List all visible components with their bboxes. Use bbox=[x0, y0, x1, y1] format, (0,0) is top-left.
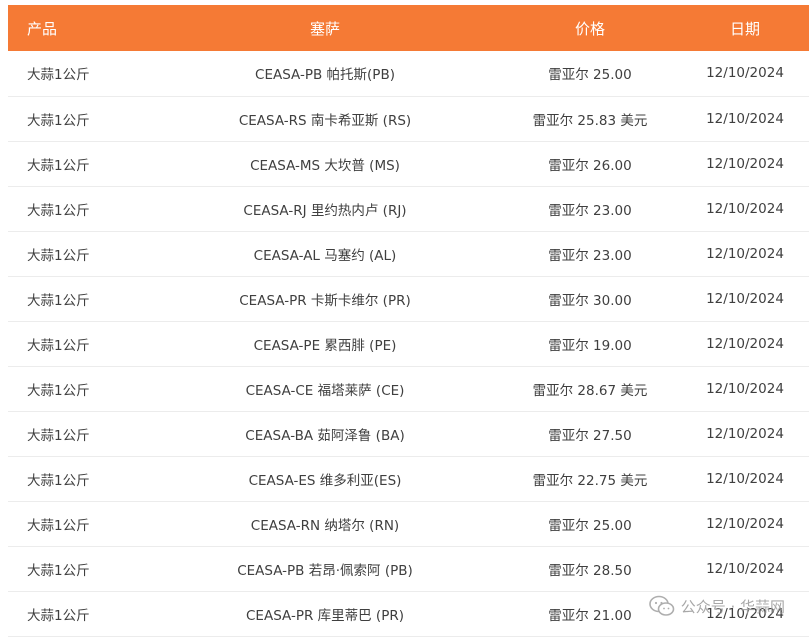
cell-product: 大蒜1公斤 bbox=[27, 472, 90, 489]
cell-date: 12/10/2024 bbox=[706, 290, 784, 307]
header-date[interactable]: 日期 bbox=[665, 5, 809, 51]
table-row: 大蒜1公斤 CEASA-RN 纳塔尔 (RN) 雷亚尔 25.00 12/10/… bbox=[8, 501, 809, 546]
cell-product: 大蒜1公斤 bbox=[27, 517, 90, 534]
cell-ceasa: CEASA-PE 累西腓 (PE) bbox=[253, 337, 397, 354]
cell-price: 雷亚尔 26.00 bbox=[548, 157, 632, 174]
cell-ceasa: CEASA-BA 茹阿泽鲁 (BA) bbox=[245, 427, 405, 444]
cell-price: 雷亚尔 19.00 bbox=[548, 337, 632, 354]
cell-product: 大蒜1公斤 bbox=[27, 112, 90, 129]
cell-price: 雷亚尔 23.00 bbox=[548, 247, 632, 264]
price-table: 产品 塞萨 价格 日期 大蒜1公斤 CEASA-PB 帕托斯(PB) 雷亚尔 2… bbox=[8, 5, 809, 637]
cell-product: 大蒜1公斤 bbox=[27, 202, 90, 219]
cell-date: 12/10/2024 bbox=[706, 65, 784, 82]
table-body: 大蒜1公斤 CEASA-PB 帕托斯(PB) 雷亚尔 25.00 12/10/2… bbox=[8, 51, 809, 636]
table-row: 大蒜1公斤 CEASA-AL 马塞约 (AL) 雷亚尔 23.00 12/10/… bbox=[8, 231, 809, 276]
cell-price: 雷亚尔 23.00 bbox=[548, 202, 632, 219]
header-row: 产品 塞萨 价格 日期 bbox=[8, 5, 809, 51]
header-ceasa[interactable]: 塞萨 bbox=[135, 5, 515, 51]
page: 产品 塞萨 价格 日期 大蒜1公斤 CEASA-PB 帕托斯(PB) 雷亚尔 2… bbox=[0, 0, 809, 637]
cell-date: 12/10/2024 bbox=[706, 245, 784, 262]
cell-product: 大蒜1公斤 bbox=[27, 337, 90, 354]
cell-ceasa: CEASA-PR 库里蒂巴 (PR) bbox=[246, 607, 404, 624]
cell-ceasa: CEASA-PR 卡斯卡维尔 (PR) bbox=[239, 292, 411, 309]
cell-ceasa: CEASA-AL 马塞约 (AL) bbox=[253, 247, 397, 264]
table-row: 大蒜1公斤 CEASA-PR 卡斯卡维尔 (PR) 雷亚尔 30.00 12/1… bbox=[8, 276, 809, 321]
header-price[interactable]: 价格 bbox=[515, 5, 665, 51]
cell-price: 雷亚尔 22.75 美元 bbox=[532, 472, 648, 489]
table-row: 大蒜1公斤 CEASA-PE 累西腓 (PE) 雷亚尔 19.00 12/10/… bbox=[8, 321, 809, 366]
cell-product: 大蒜1公斤 bbox=[27, 67, 90, 84]
cell-ceasa: CEASA-RJ 里约热内卢 (RJ) bbox=[243, 202, 407, 219]
table-row: 大蒜1公斤 CEASA-RS 南卡希亚斯 (RS) 雷亚尔 25.83 美元 1… bbox=[8, 96, 809, 141]
cell-ceasa: CEASA-RN 纳塔尔 (RN) bbox=[250, 517, 400, 534]
cell-price: 雷亚尔 28.50 bbox=[548, 562, 632, 579]
cell-price: 雷亚尔 25.00 bbox=[548, 517, 632, 534]
cell-date: 12/10/2024 bbox=[706, 560, 784, 577]
table-row: 大蒜1公斤 CEASA-PB 若昂·佩索阿 (PB) 雷亚尔 28.50 12/… bbox=[8, 546, 809, 591]
cell-product: 大蒜1公斤 bbox=[27, 247, 90, 264]
watermark: 公众号 · 华蒜网 bbox=[648, 595, 785, 617]
cell-price: 雷亚尔 25.00 bbox=[548, 67, 632, 84]
watermark-text: 公众号 · 华蒜网 bbox=[680, 597, 785, 616]
cell-price: 雷亚尔 30.00 bbox=[548, 292, 632, 309]
cell-product: 大蒜1公斤 bbox=[27, 562, 90, 579]
table-row: 大蒜1公斤 CEASA-PB 帕托斯(PB) 雷亚尔 25.00 12/10/2… bbox=[8, 51, 809, 96]
wechat-icon bbox=[648, 595, 674, 616]
cell-date: 12/10/2024 bbox=[706, 425, 784, 442]
cell-price: 雷亚尔 21.00 bbox=[548, 607, 632, 624]
cell-price: 雷亚尔 28.67 美元 bbox=[532, 382, 648, 399]
cell-date: 12/10/2024 bbox=[706, 470, 784, 487]
header-product[interactable]: 产品 bbox=[8, 5, 135, 51]
table-row: 大蒜1公斤 CEASA-CE 福塔莱萨 (CE) 雷亚尔 28.67 美元 12… bbox=[8, 366, 809, 411]
cell-product: 大蒜1公斤 bbox=[27, 292, 90, 309]
cell-ceasa: CEASA-ES 维多利亚(ES) bbox=[248, 472, 402, 489]
cell-date: 12/10/2024 bbox=[706, 200, 784, 217]
cell-date: 12/10/2024 bbox=[706, 110, 784, 127]
cell-date: 12/10/2024 bbox=[706, 155, 784, 172]
cell-price: 雷亚尔 27.50 bbox=[548, 427, 632, 444]
cell-product: 大蒜1公斤 bbox=[27, 607, 90, 624]
cell-product: 大蒜1公斤 bbox=[27, 427, 90, 444]
cell-date: 12/10/2024 bbox=[706, 335, 784, 352]
cell-date: 12/10/2024 bbox=[706, 515, 784, 532]
cell-product: 大蒜1公斤 bbox=[27, 157, 90, 174]
cell-product: 大蒜1公斤 bbox=[27, 382, 90, 399]
cell-date: 12/10/2024 bbox=[706, 380, 784, 397]
table-header: 产品 塞萨 价格 日期 bbox=[8, 5, 809, 51]
cell-price: 雷亚尔 25.83 美元 bbox=[532, 112, 648, 129]
cell-ceasa: CEASA-PB 若昂·佩索阿 (PB) bbox=[237, 562, 413, 579]
cell-ceasa: CEASA-RS 南卡希亚斯 (RS) bbox=[238, 112, 412, 129]
table-row: 大蒜1公斤 CEASA-MS 大坎普 (MS) 雷亚尔 26.00 12/10/… bbox=[8, 141, 809, 186]
table-row: 大蒜1公斤 CEASA-RJ 里约热内卢 (RJ) 雷亚尔 23.00 12/1… bbox=[8, 186, 809, 231]
cell-ceasa: CEASA-MS 大坎普 (MS) bbox=[250, 157, 400, 174]
cell-ceasa: CEASA-PB 帕托斯(PB) bbox=[255, 67, 395, 84]
cell-ceasa: CEASA-CE 福塔莱萨 (CE) bbox=[245, 382, 405, 399]
table-row: 大蒜1公斤 CEASA-ES 维多利亚(ES) 雷亚尔 22.75 美元 12/… bbox=[8, 456, 809, 501]
table-row: 大蒜1公斤 CEASA-BA 茹阿泽鲁 (BA) 雷亚尔 27.50 12/10… bbox=[8, 411, 809, 456]
